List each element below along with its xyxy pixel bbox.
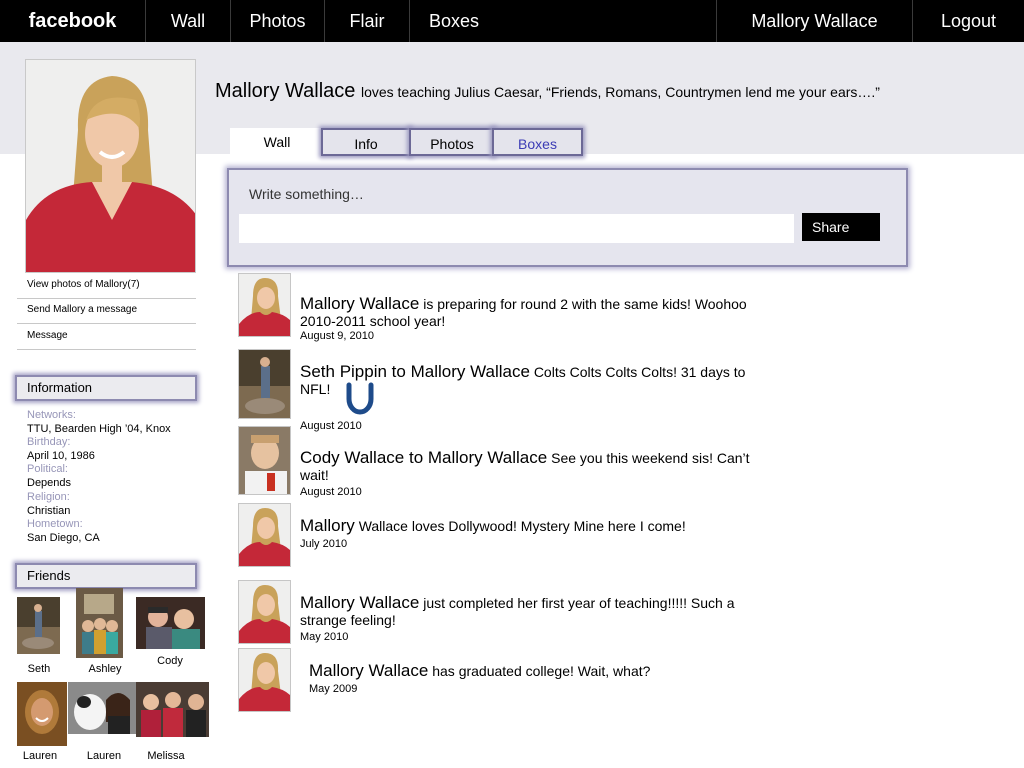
friend-name-seth[interactable]: Seth bbox=[4, 663, 74, 675]
tab-boxes[interactable]: Boxes bbox=[492, 128, 583, 156]
post-text: Mallory Wallace is preparing for round 2… bbox=[300, 295, 775, 330]
mallory-thumbnail-image bbox=[239, 649, 290, 711]
composer-input[interactable] bbox=[239, 214, 794, 243]
nav-photos-link[interactable]: Photos bbox=[230, 0, 324, 42]
nav-flair-link[interactable]: Flair bbox=[324, 0, 409, 42]
friend-photo-seth[interactable] bbox=[17, 597, 60, 654]
friend-photo-lauren-1[interactable] bbox=[17, 682, 67, 746]
nav-boxes-link[interactable]: Boxes bbox=[409, 0, 498, 42]
post-author[interactable]: Mallory bbox=[300, 516, 355, 535]
friend-ashley-image bbox=[76, 588, 123, 658]
nav-wall-link[interactable]: Wall bbox=[145, 0, 230, 42]
facebook-logo[interactable]: facebook bbox=[0, 0, 145, 42]
post-date: May 2010 bbox=[300, 631, 349, 643]
nav-user-link[interactable]: Mallory Wallace bbox=[716, 0, 912, 42]
post-text: Cody Wallace to Mallory Wallace See you … bbox=[300, 449, 775, 484]
post-message: Wallace loves Dollywood! Mystery Mine he… bbox=[358, 518, 686, 534]
view-photos-link[interactable]: View photos of Mallory(7) bbox=[17, 274, 196, 299]
friend-melissa-image bbox=[136, 682, 209, 737]
message-link[interactable]: Message bbox=[17, 325, 196, 350]
post-text: Mallory Wallace loves Dollywood! Mystery… bbox=[300, 517, 775, 535]
friend-lauren-1-image bbox=[17, 682, 67, 746]
post-message: has graduated college! Wait, what? bbox=[432, 663, 651, 679]
friend-lauren-2-image bbox=[68, 682, 138, 734]
birthday-value: April 10, 1986 bbox=[27, 450, 95, 462]
send-message-link[interactable]: Send Mallory a message bbox=[17, 299, 196, 324]
post-author-photo[interactable] bbox=[238, 426, 291, 495]
friend-name-melissa[interactable]: Melissa bbox=[131, 750, 201, 762]
religion-value: Christian bbox=[27, 505, 71, 517]
post-author[interactable]: Seth Pippin to Mallory Wallace bbox=[300, 362, 530, 381]
post-author-photo[interactable] bbox=[238, 349, 291, 419]
post-author-photo[interactable] bbox=[238, 648, 291, 712]
profile-status: Mallory Wallace loves teaching Julius Ca… bbox=[215, 80, 880, 103]
political-value: Depends bbox=[27, 477, 72, 489]
information-heading[interactable]: Information bbox=[15, 375, 197, 401]
wall-post-composer: Write something… Share bbox=[227, 168, 908, 267]
friend-seth-image bbox=[17, 597, 60, 654]
tab-info[interactable]: Info bbox=[321, 128, 411, 156]
post-author[interactable]: Mallory Wallace bbox=[300, 593, 419, 612]
profile-photo-image bbox=[26, 60, 195, 272]
post-date: August 2010 bbox=[300, 420, 362, 432]
horseshoe-icon bbox=[346, 382, 374, 415]
share-button[interactable]: Share bbox=[802, 213, 880, 241]
tab-wall[interactable]: Wall bbox=[230, 128, 324, 156]
religion-label: Religion: bbox=[27, 491, 70, 503]
profile-name[interactable]: Mallory Wallace bbox=[215, 80, 355, 102]
political-label: Political: bbox=[27, 463, 68, 475]
seth-thumbnail-image bbox=[239, 350, 290, 418]
post-author-photo[interactable] bbox=[238, 273, 291, 337]
mallory-thumbnail-image bbox=[239, 504, 290, 566]
friend-name-lauren-1[interactable]: Lauren bbox=[5, 750, 75, 762]
profile-picture[interactable] bbox=[25, 59, 196, 273]
post-text: Mallory Wallace just completed her first… bbox=[300, 594, 775, 629]
post-author-photo[interactable] bbox=[238, 580, 291, 644]
hometown-value: San Diego, CA bbox=[27, 532, 100, 544]
friend-photo-ashley[interactable] bbox=[76, 588, 123, 658]
post-date: July 2010 bbox=[300, 538, 348, 550]
birthday-label: Birthday: bbox=[27, 436, 71, 448]
tab-photos[interactable]: Photos bbox=[409, 128, 495, 156]
mallory-thumbnail-image bbox=[239, 274, 290, 336]
post-date: May 2009 bbox=[309, 683, 358, 695]
post-author[interactable]: Cody Wallace to Mallory Wallace bbox=[300, 448, 547, 467]
post-author[interactable]: Mallory Wallace bbox=[300, 294, 419, 313]
friend-cody-image bbox=[136, 597, 205, 649]
hometown-label: Hometown: bbox=[27, 518, 83, 530]
cody-thumbnail-image bbox=[239, 427, 290, 494]
friend-photo-melissa[interactable] bbox=[136, 682, 209, 737]
friend-photo-cody[interactable] bbox=[136, 597, 205, 649]
networks-label: Networks: bbox=[27, 409, 76, 421]
composer-label: Write something… bbox=[249, 186, 364, 202]
friend-name-lauren-2[interactable]: Lauren bbox=[69, 750, 139, 762]
networks-value: TTU, Bearden High ’04, Knox bbox=[27, 423, 171, 435]
friend-name-cody[interactable]: Cody bbox=[135, 655, 205, 667]
friends-heading[interactable]: Friends bbox=[15, 563, 197, 589]
top-nav-bar: facebook Wall Photos Flair Boxes Mallory… bbox=[0, 0, 1024, 42]
post-date: August 9, 2010 bbox=[300, 330, 375, 342]
post-date: August 2010 bbox=[300, 486, 362, 498]
friend-photo-lauren-2[interactable] bbox=[68, 682, 138, 734]
post-author-photo[interactable] bbox=[238, 503, 291, 567]
post-text: Mallory Wallace has graduated college! W… bbox=[309, 662, 784, 680]
friend-name-ashley[interactable]: Ashley bbox=[70, 663, 140, 675]
logout-link[interactable]: Logout bbox=[912, 0, 1024, 42]
mallory-thumbnail-image bbox=[239, 581, 290, 643]
profile-status-text: loves teaching Julius Caesar, “Friends, … bbox=[360, 84, 880, 100]
post-author[interactable]: Mallory Wallace bbox=[309, 661, 428, 680]
